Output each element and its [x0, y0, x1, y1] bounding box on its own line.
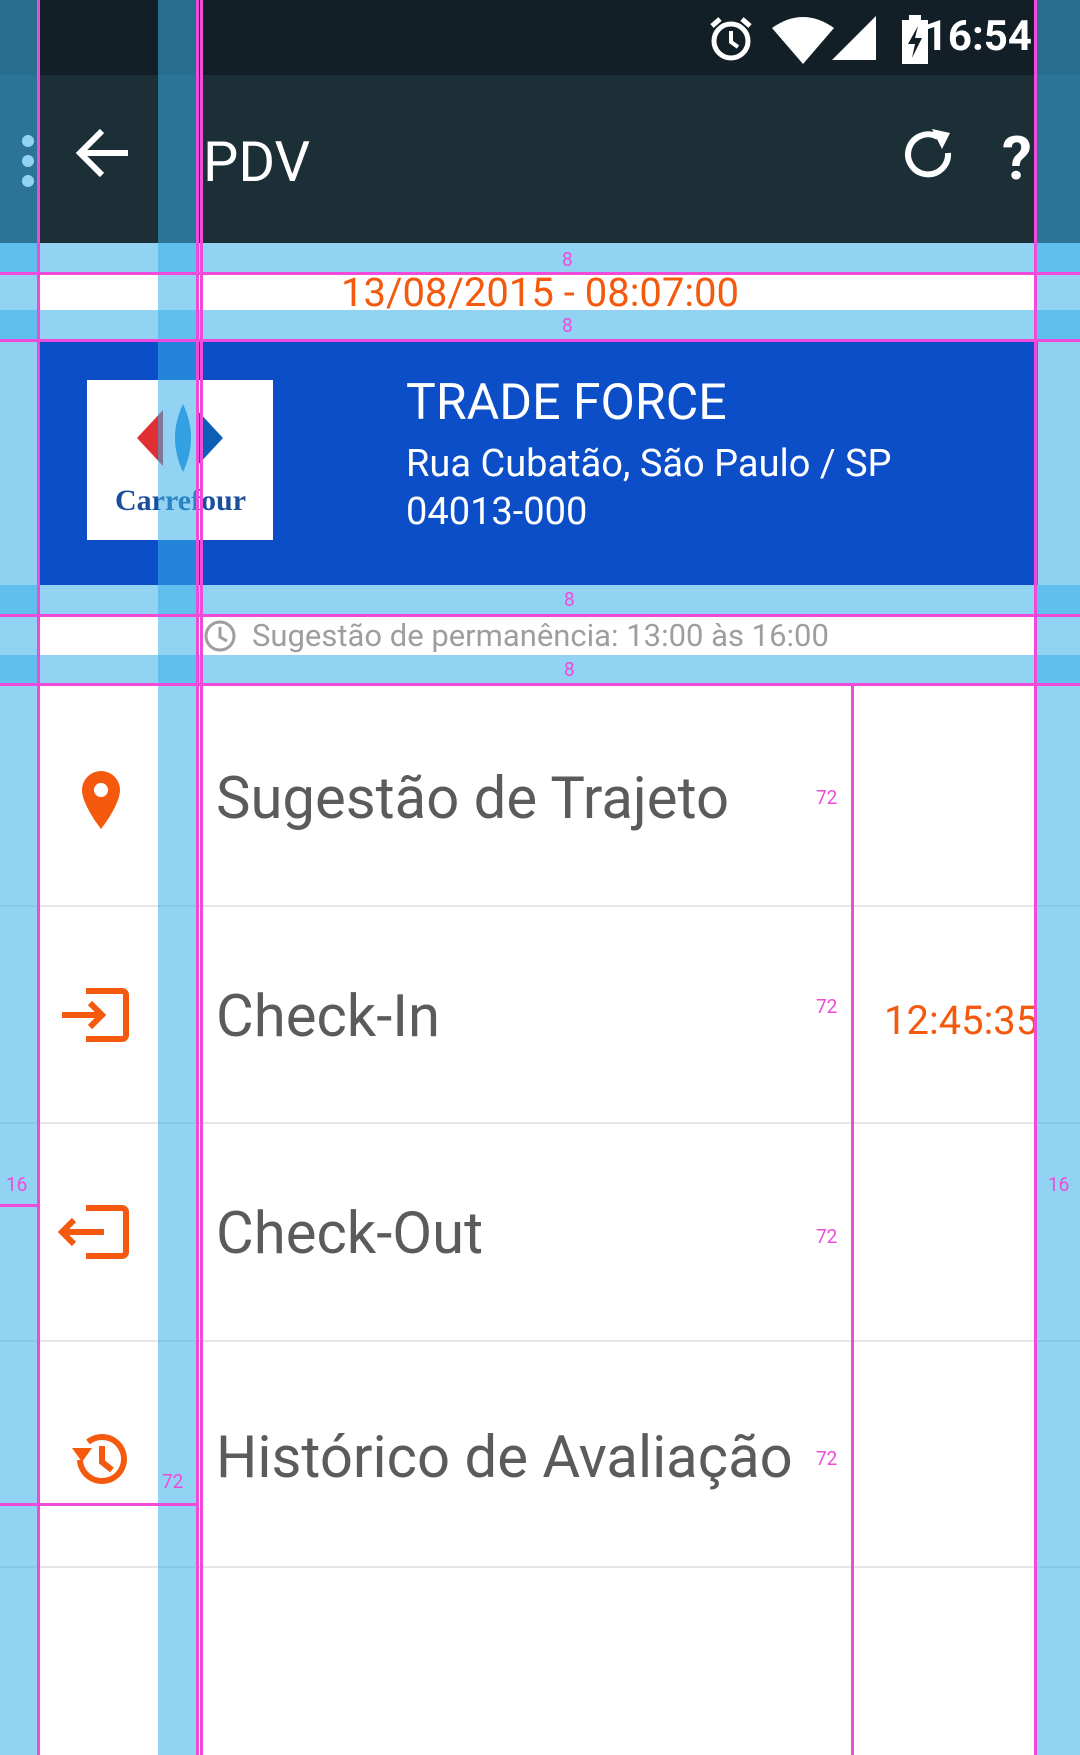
store-zip: 04013-000 — [406, 490, 588, 534]
check-in-timer: 12:45:35 — [884, 997, 1039, 1044]
page-title: PDV — [203, 129, 311, 195]
keyline-h4 — [0, 683, 1080, 686]
keyline-label: 8 — [564, 588, 575, 611]
keyline-label: 72 — [816, 786, 838, 809]
status-time: 16:54 — [923, 12, 1032, 61]
keyline-label: 16 — [6, 1173, 28, 1196]
wifi-icon — [772, 17, 834, 64]
location-pin-icon — [82, 771, 120, 829]
keyline-band-h1 — [0, 243, 1080, 273]
keyline-label: 8 — [564, 658, 575, 681]
back-arrow-icon[interactable] — [72, 123, 132, 183]
keyline-left-marker — [0, 1204, 37, 1207]
clock-icon — [204, 620, 236, 652]
keyline-label: 72 — [816, 1447, 838, 1470]
keyline-right — [1034, 0, 1037, 1755]
keyline-band-h2 — [0, 310, 1080, 340]
menu-item-label: Check-Out — [216, 1200, 484, 1268]
keyline-band-h3 — [0, 585, 1080, 615]
cell-signal-icon — [832, 16, 876, 60]
keyline-content-marker — [0, 1503, 196, 1506]
keyline-band-h4 — [0, 655, 1080, 685]
keyline-label: 16 — [1048, 1173, 1070, 1196]
store-name: TRADE FORCE — [406, 374, 727, 432]
keyline-label: 8 — [562, 314, 573, 337]
help-icon[interactable]: ? — [1002, 123, 1032, 194]
menu-item-label: Sugestão de Trajeto — [216, 765, 730, 833]
keyline-label: 72 — [816, 1225, 838, 1248]
menu-item-label: Check-In — [216, 983, 441, 1051]
keyline-label: 8 — [562, 248, 573, 271]
check-in-icon — [62, 988, 129, 1042]
refresh-icon[interactable] — [900, 127, 958, 185]
menu-item-label: Histórico de Avaliação — [216, 1424, 793, 1492]
keyline-h2 — [0, 339, 1080, 342]
keyline-h1 — [0, 272, 1080, 275]
keyline-content — [196, 0, 199, 1755]
keyline-label: 72 — [162, 1470, 184, 1493]
alarm-icon — [710, 17, 752, 61]
check-out-icon — [57, 1205, 129, 1259]
keyline-secondary — [851, 685, 854, 1755]
stay-suggestion: Sugestão de permanência: 13:00 às 16:00 — [252, 617, 829, 654]
keyline-left — [37, 0, 40, 1755]
keyline-content-2 — [200, 0, 203, 1755]
keyline-label: 72 — [816, 995, 838, 1018]
keyline-h3 — [0, 614, 1080, 617]
store-address: Rua Cubatão, São Paulo / SP — [406, 442, 892, 486]
history-icon — [72, 1434, 127, 1484]
